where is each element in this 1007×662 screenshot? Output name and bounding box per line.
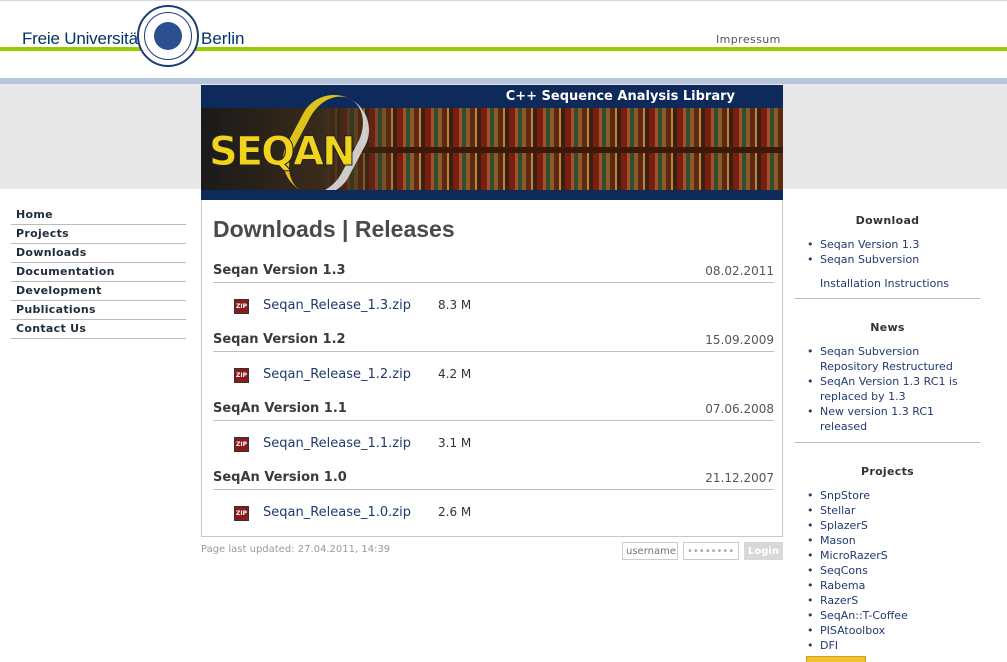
page-title: Downloads | Releases — [213, 216, 455, 242]
download-link[interactable]: Seqan_Release_1.3.zip — [263, 298, 411, 313]
list-item: PISAtoolbox — [807, 623, 980, 638]
banner-tagline: C++ Sequence Analysis Library — [505, 89, 735, 104]
list-item: Rabema — [807, 578, 980, 593]
left-navigation: Home Projects Downloads Documentation De… — [11, 206, 186, 339]
project-link[interactable]: Rabema — [820, 579, 865, 592]
list-item: Seqan Subversion Repository Restructured — [807, 344, 980, 374]
project-link[interactable]: SeqAn::T-Coffee — [820, 609, 908, 622]
section-title: Download — [855, 214, 920, 227]
projects-section: Projects SnpStore Stellar SplazerS Mason… — [795, 451, 980, 653]
university-seal-icon[interactable] — [137, 5, 199, 67]
release-block: SeqAn Version 1.1 07.06.2008 ZIP Seqan_R… — [213, 399, 774, 461]
list-item: Seqan Version 1.3 — [807, 237, 980, 252]
zip-file-icon[interactable]: ZIP — [234, 299, 249, 314]
news-link[interactable]: SeqAn Version 1.3 RC1 is replaced by 1.3 — [820, 375, 958, 403]
download-link[interactable]: Seqan_Release_1.1.zip — [263, 436, 411, 451]
password-input[interactable] — [683, 542, 739, 560]
right-sidebar: Download Seqan Version 1.3 Seqan Subvers… — [795, 200, 980, 653]
release-name: SeqAn Version 1.0 — [213, 470, 347, 485]
release-date: 21.12.2007 — [705, 471, 774, 485]
project-link[interactable]: RazerS — [820, 594, 858, 607]
main-content: Downloads | Releases Seqan Version 1.3 0… — [201, 200, 783, 537]
release-block: Seqan Version 1.3 08.02.2011 ZIP Seqan_R… — [213, 261, 774, 323]
login-button[interactable]: Login — [744, 542, 783, 560]
release-block: Seqan Version 1.2 15.09.2009 ZIP Seqan_R… — [213, 330, 774, 392]
list-item: SeqAn::T-Coffee — [807, 608, 980, 623]
list-item: SplazerS — [807, 518, 980, 533]
release-block: SeqAn Version 1.0 21.12.2007 ZIP Seqan_R… — [213, 468, 774, 530]
news-link[interactable]: New version 1.3 RC1 released — [820, 405, 934, 433]
project-link[interactable]: SnpStore — [820, 489, 870, 502]
list-item: Mason — [807, 533, 980, 548]
file-size: 8.3 M — [438, 298, 472, 312]
news-section: News Seqan Subversion Repository Restruc… — [795, 307, 980, 443]
project-link[interactable]: SeqCons — [820, 564, 868, 577]
download-link[interactable]: Seqan Version 1.3 — [820, 238, 919, 251]
section-title: News — [870, 321, 905, 334]
release-name: Seqan Version 1.3 — [213, 263, 346, 278]
file-size: 2.6 M — [438, 505, 472, 519]
list-item: New version 1.3 RC1 released — [807, 404, 980, 434]
release-name: Seqan Version 1.2 — [213, 332, 346, 347]
username-input[interactable] — [622, 542, 678, 560]
project-link[interactable]: Stellar — [820, 504, 855, 517]
site-header: Freie Universität Berlin Impressum — [0, 0, 1007, 67]
university-name-left[interactable]: Freie Universität — [22, 29, 143, 49]
nav-contact-us[interactable]: Contact Us — [11, 320, 186, 339]
section-title: Projects — [860, 465, 914, 478]
impressum-link[interactable]: Impressum — [716, 33, 781, 46]
download-link[interactable]: Seqan_Release_1.0.zip — [263, 505, 411, 520]
list-item: DFI — [807, 638, 980, 653]
list-item: SeqCons — [807, 563, 980, 578]
nav-downloads[interactable]: Downloads — [11, 244, 186, 263]
list-item: SeqAn Version 1.3 RC1 is replaced by 1.3 — [807, 374, 980, 404]
nav-development[interactable]: Development — [11, 282, 186, 301]
release-name: SeqAn Version 1.1 — [213, 401, 347, 416]
zip-file-icon[interactable]: ZIP — [234, 437, 249, 452]
file-size: 4.2 M — [438, 367, 472, 381]
news-link[interactable]: Seqan Subversion Repository Restructured — [820, 345, 953, 373]
release-date: 15.09.2009 — [705, 333, 774, 347]
project-link[interactable]: Mason — [820, 534, 856, 547]
last-updated-text: Page last updated: 27.04.2011, 14:39 — [201, 544, 391, 555]
list-item: Stellar — [807, 503, 980, 518]
nav-projects[interactable]: Projects — [11, 225, 186, 244]
download-link[interactable]: Seqan_Release_1.2.zip — [263, 367, 411, 382]
project-link[interactable]: SplazerS — [820, 519, 868, 532]
partial-badge-icon[interactable] — [806, 656, 866, 662]
list-item: Seqan Subversion — [807, 252, 980, 267]
installation-instructions-link[interactable]: Installation Instructions — [795, 277, 980, 290]
project-link[interactable]: MicroRazerS — [820, 549, 888, 562]
list-item: RazerS — [807, 593, 980, 608]
list-item: MicroRazerS — [807, 548, 980, 563]
zip-file-icon[interactable]: ZIP — [234, 368, 249, 383]
nav-home[interactable]: Home — [11, 206, 186, 225]
download-section: Download Seqan Version 1.3 Seqan Subvers… — [795, 200, 980, 299]
nav-documentation[interactable]: Documentation — [11, 263, 186, 282]
seqan-logo: SEQAN — [209, 129, 357, 176]
release-date: 07.06.2008 — [705, 402, 774, 416]
list-item: SnpStore — [807, 488, 980, 503]
nav-publications[interactable]: Publications — [11, 301, 186, 320]
release-date: 08.02.2011 — [705, 264, 774, 278]
download-link[interactable]: Seqan Subversion — [820, 253, 919, 266]
file-size: 3.1 M — [438, 436, 472, 450]
university-name-right[interactable]: Berlin — [201, 29, 244, 49]
zip-file-icon[interactable]: ZIP — [234, 506, 249, 521]
project-link[interactable]: DFI — [820, 639, 838, 652]
seqan-banner: C++ Sequence Analysis Library SEQAN — [201, 85, 783, 200]
project-link[interactable]: PISAtoolbox — [820, 624, 885, 637]
